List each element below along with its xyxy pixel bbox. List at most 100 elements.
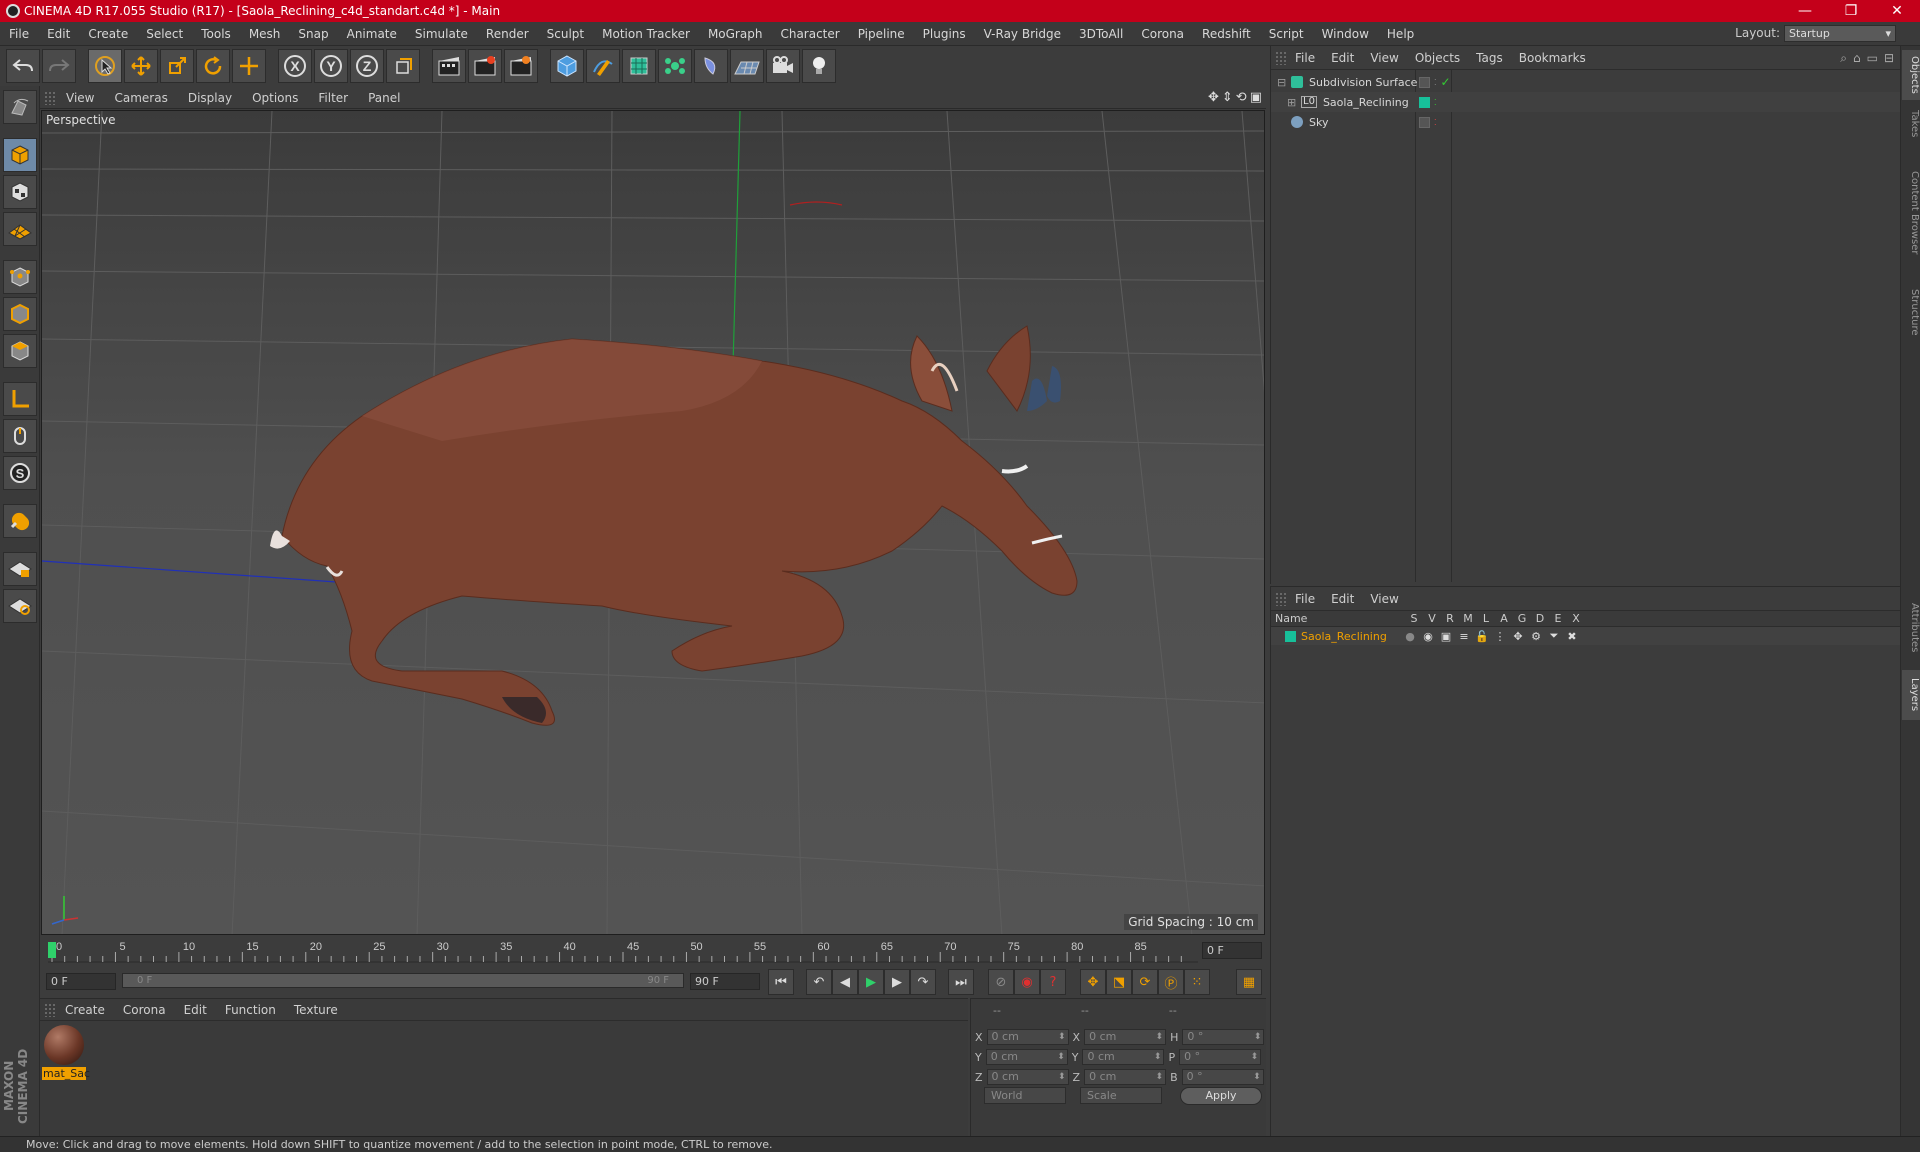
start-frame-field[interactable]: 0 F <box>46 973 116 990</box>
menu-animate[interactable]: Animate <box>338 27 406 41</box>
last-tool-icon[interactable] <box>232 49 266 83</box>
subdivision-surface-icon[interactable] <box>622 49 656 83</box>
pen-spline-icon[interactable] <box>586 49 620 83</box>
tab-content-browser[interactable]: Content Browser <box>1902 148 1920 278</box>
current-frame-field[interactable]: 0 F <box>1202 942 1262 959</box>
position-x-field[interactable]: 0 cm <box>986 1029 1069 1045</box>
object-name[interactable]: Sky <box>1309 116 1328 129</box>
menu-corona[interactable]: Corona <box>1132 27 1193 41</box>
material-swatch[interactable]: mat_Sac <box>42 1025 90 1080</box>
end-frame-field[interactable]: 90 F <box>690 973 760 990</box>
menu-vray-bridge[interactable]: V-Ray Bridge <box>975 27 1070 41</box>
timeline[interactable]: 051015202530354045505560657075808590 0 F <box>40 938 1266 964</box>
layer-color-swatch[interactable] <box>1285 630 1296 642</box>
column-deformers[interactable]: D <box>1531 612 1549 625</box>
make-editable-icon[interactable] <box>2 90 37 124</box>
world-coordinates-icon[interactable] <box>386 49 420 83</box>
visibility-dots-icon[interactable]: ⁚ <box>1434 78 1437 87</box>
layer-tag-icon[interactable] <box>1419 116 1430 128</box>
tab-objects[interactable]: Objects <box>1902 50 1920 100</box>
size-z-field[interactable]: 0 cm <box>1084 1069 1167 1085</box>
object-row-subdivision-surface[interactable]: ⊟ Subdivision Surface ⁚ ✓ <box>1271 72 1901 92</box>
camera-icon[interactable] <box>766 49 800 83</box>
viewport-menu-cameras[interactable]: Cameras <box>104 91 177 105</box>
locked-workplane-icon[interactable] <box>2 589 37 623</box>
y-axis-icon[interactable]: Y <box>314 49 348 83</box>
object-row-saola-reclining[interactable]: ⊞ L0 Saola_Reclining ⁚ <box>1271 92 1901 112</box>
rotation-h-field[interactable]: 0 ° <box>1182 1029 1265 1045</box>
home-icon[interactable]: ⌂ <box>1853 51 1861 66</box>
object-name[interactable]: Saola_Reclining <box>1323 96 1409 109</box>
object-menu-objects[interactable]: Objects <box>1407 51 1468 65</box>
polygons-mode-icon[interactable] <box>2 334 37 368</box>
layer-row[interactable]: Saola_Reclining ● ◉ ▣ ≡ 🔓 ⋮ ✥ ⚙ ⏷ ✖ <box>1271 627 1900 645</box>
rotation-b-field[interactable]: 0 ° <box>1181 1069 1264 1085</box>
menu-motion-tracker[interactable]: Motion Tracker <box>593 27 699 41</box>
layer-name[interactable]: Saola_Reclining <box>1296 630 1401 643</box>
point-level-key-icon[interactable]: ⁙ <box>1184 969 1210 995</box>
menu-create[interactable]: Create <box>79 27 137 41</box>
menu-pipeline[interactable]: Pipeline <box>849 27 914 41</box>
texture-mode-icon[interactable] <box>2 175 37 209</box>
layer-menu-view[interactable]: View <box>1362 592 1406 606</box>
cube-icon[interactable] <box>550 49 584 83</box>
column-view[interactable]: V <box>1423 612 1441 625</box>
position-y-field[interactable]: 0 cm <box>985 1049 1068 1065</box>
panel-grip-icon[interactable] <box>1275 50 1287 65</box>
visibility-dots-icon[interactable]: ⁚ <box>1434 118 1437 127</box>
solo-toggle-icon[interactable]: ● <box>1401 630 1419 643</box>
object-menu-edit[interactable]: Edit <box>1323 51 1362 65</box>
size-x-field[interactable]: 0 cm <box>1084 1029 1167 1045</box>
floor-icon[interactable] <box>730 49 764 83</box>
axis-mode-icon[interactable] <box>2 382 37 416</box>
tab-layers[interactable]: Layers <box>1902 670 1920 720</box>
menu-mesh[interactable]: Mesh <box>240 27 290 41</box>
maximize-button[interactable]: ❐ <box>1828 0 1874 22</box>
close-button[interactable]: ✕ <box>1874 0 1920 22</box>
menu-edit[interactable]: Edit <box>38 27 79 41</box>
viewport-menu-display[interactable]: Display <box>178 91 242 105</box>
object-menu-bookmarks[interactable]: Bookmarks <box>1511 51 1594 65</box>
solo-mode-icon[interactable]: S <box>2 456 37 490</box>
points-mode-icon[interactable] <box>2 260 37 294</box>
generators-toggle-icon[interactable]: ✥ <box>1509 630 1527 643</box>
column-animation[interactable]: A <box>1495 612 1513 625</box>
column-xref[interactable]: X <box>1567 612 1585 625</box>
layout-toggle-icon[interactable]: ⊟ <box>1884 51 1894 66</box>
workplane-icon[interactable] <box>2 212 37 246</box>
rotation-key-icon[interactable]: ⟳ <box>1132 969 1158 995</box>
scale-icon[interactable] <box>160 49 194 83</box>
object-menu-file[interactable]: File <box>1287 51 1323 65</box>
timeline-ruler[interactable]: 051015202530354045505560657075808590 <box>48 938 1198 964</box>
redo-icon[interactable] <box>42 49 76 83</box>
position-z-field[interactable]: 0 cm <box>986 1069 1069 1085</box>
play-forward-icon[interactable]: ▶ <box>858 969 884 995</box>
menu-render[interactable]: Render <box>477 27 538 41</box>
go-to-end-icon[interactable]: ⏭ <box>948 969 974 995</box>
view-toggle-icon[interactable]: ◉ <box>1419 630 1437 643</box>
render-view-icon[interactable] <box>432 49 466 83</box>
tweak-mode-icon[interactable] <box>2 419 37 453</box>
deformer-icon[interactable] <box>694 49 728 83</box>
panel-grip-icon[interactable] <box>1275 591 1287 606</box>
layer-menu-file[interactable]: File <box>1287 592 1323 606</box>
material-menu-corona[interactable]: Corona <box>114 1003 175 1017</box>
minimize-button[interactable]: — <box>1782 0 1828 22</box>
menu-sculpt[interactable]: Sculpt <box>538 27 593 41</box>
move-icon[interactable] <box>124 49 158 83</box>
menu-window[interactable]: Window <box>1313 27 1378 41</box>
layout-select[interactable]: Startup <box>1784 25 1896 42</box>
render-toggle-icon[interactable]: ▣ <box>1437 630 1455 643</box>
manager-toggle-icon[interactable]: ≡ <box>1455 630 1473 643</box>
menu-select[interactable]: Select <box>137 27 192 41</box>
deformers-toggle-icon[interactable]: ⚙ <box>1527 630 1545 643</box>
material-menu-function[interactable]: Function <box>216 1003 285 1017</box>
enabled-check-icon[interactable]: ✓ <box>1441 75 1451 89</box>
edit-render-settings-icon[interactable] <box>504 49 538 83</box>
animation-toggle-icon[interactable]: ⋮ <box>1491 630 1509 643</box>
rotate-view-icon[interactable]: ⟲ <box>1236 90 1247 105</box>
menu-mograph[interactable]: MoGraph <box>699 27 772 41</box>
menu-character[interactable]: Character <box>771 27 848 41</box>
layer-color-icon[interactable] <box>1419 96 1430 108</box>
viewport-menu-options[interactable]: Options <box>242 91 308 105</box>
